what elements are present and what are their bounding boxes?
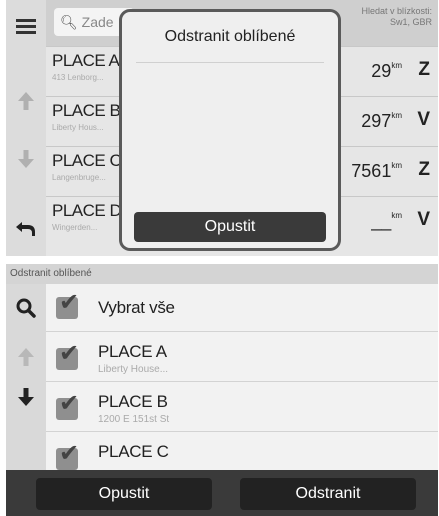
checkmark-icon: ✔︎ [59,390,80,417]
menu-icon[interactable] [6,18,46,39]
select-all-checkbox[interactable]: ✔︎ [56,291,79,319]
place-distance: 7561km [351,161,402,182]
cancel-button[interactable]: Opustit [36,478,212,510]
place-address: Wingerden... [52,223,98,232]
place-distance: __km [371,211,402,232]
arrow-up-icon[interactable] [6,92,46,115]
place-direction: V [417,209,430,230]
place-name: PLACE D [52,201,122,220]
divider [136,62,324,63]
place-address: Liberty House... [98,364,169,375]
distance-value: 29 [371,61,392,81]
list-item[interactable]: ✔︎ PLACE B 1200 E 151st St [46,382,438,432]
favorites-checklist: ✔︎ Vybrat vše ✔︎ PLACE A Liberty House..… [46,284,438,470]
arrow-down-icon[interactable] [6,150,46,173]
place-address: Liberty Hous... [52,123,104,132]
select-all-label: Vybrat vše [98,298,175,317]
place-distance: 29km [371,61,402,82]
place-direction: V [417,109,430,130]
footer-bar: Opustit Odstranit [6,470,438,516]
arrow-down-icon[interactable] [6,388,46,411]
page-title: Odstranit oblíbené [6,264,438,284]
dialog-cancel-button[interactable]: Opustit [134,212,326,242]
list-item[interactable]: ✔︎ PLACE A Liberty House... [46,332,438,382]
bottom-screen: Odstranit oblíbené ✔︎ Vybrat vše ✔︎ PLAC… [6,264,438,516]
distance-value: 297 [361,111,392,131]
place-name: PLACE B [52,101,121,120]
search-placeholder: Zade [81,14,114,30]
dialog-title: Odstranit oblíbené [164,28,296,45]
select-all-row[interactable]: ✔︎ Vybrat vše [46,284,438,332]
top-screen: 🔍︎ Zade Hledat v blízkosti: Sw1, GBR PLA… [6,0,438,256]
place-name: PLACE C [52,151,122,170]
arrow-up-icon[interactable] [6,348,46,371]
remove-favorites-dialog: Odstranit oblíbené Opustit [122,12,338,248]
place-name: PLACE A [98,342,167,361]
back-icon[interactable] [6,220,46,243]
place-name: PLACE C [98,442,169,461]
place-address: 413 Lenborg... [52,73,104,82]
distance-unit: km [391,111,402,120]
item-checkbox[interactable]: ✔︎ [56,442,79,470]
distance-unit: km [391,211,402,220]
search-near-line1: Hledat v blízkosti: [361,6,432,16]
top-sidebar [6,0,46,256]
item-checkbox[interactable]: ✔︎ [56,342,79,370]
place-address: Langenbruge... [52,173,106,182]
distance-unit: km [391,161,402,170]
bottom-sidebar [6,284,46,470]
place-name: PLACE B [98,392,168,411]
distance-value: 7561 [351,161,392,181]
distance-value: __ [371,211,392,231]
checkmark-icon: ✔︎ [59,440,80,467]
search-icon[interactable] [6,298,46,323]
checkmark-icon: ✔︎ [59,289,80,316]
place-direction: Z [418,59,430,80]
distance-unit: km [391,61,402,70]
checkmark-icon: ✔︎ [59,340,80,367]
place-distance: 297km [361,111,402,132]
search-near-line2: Sw1, GBR [389,17,432,27]
search-near-label[interactable]: Hledat v blízkosti: Sw1, GBR [361,6,432,28]
item-checkbox[interactable]: ✔︎ [56,392,79,420]
place-direction: Z [418,159,430,180]
search-icon: 🔍︎ [60,14,78,30]
place-address: 1200 E 151st St [98,414,170,425]
delete-button[interactable]: Odstranit [240,478,416,510]
place-name: PLACE A [52,51,120,70]
